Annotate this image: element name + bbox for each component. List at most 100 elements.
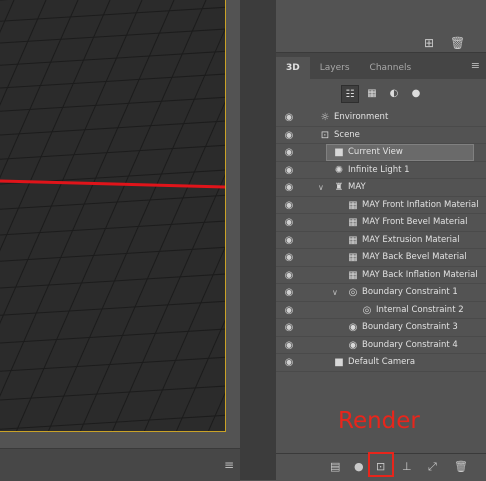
layer-label: MAY Back Bevel Material (362, 252, 467, 262)
grid-line (175, 319, 225, 431)
new-item-icon[interactable]: ⊞ (424, 36, 434, 50)
grid-line (47, 28, 225, 431)
ground-plane-line (0, 179, 225, 189)
grid-line (0, 220, 225, 236)
delete-mesh-icon[interactable]: ▤ (330, 460, 340, 473)
layer-label: Boundary Constraint 4 (362, 339, 458, 350)
visibility-eye-icon[interactable]: ◉ (282, 304, 296, 317)
constraint-icon: ◉ (348, 322, 358, 333)
material-icon: ▦ (348, 252, 358, 263)
layer-row[interactable]: ◉ ∨ ◎ Boundary Constraint 1 (276, 284, 486, 302)
grid-line (0, 73, 225, 89)
grid-line (0, 6, 225, 22)
grid-line (111, 173, 225, 431)
light-icon: ✺ (334, 164, 344, 176)
camera-icon: ■ (334, 357, 344, 368)
ground-plane-grid (0, 0, 225, 431)
visibility-eye-icon[interactable]: ◉ (282, 234, 296, 247)
visibility-eye-icon[interactable]: ◉ (282, 339, 296, 352)
add-light-icon[interactable]: ● (354, 460, 364, 473)
visibility-eye-icon[interactable]: ◉ (282, 164, 296, 177)
layer-label: MAY Extrusion Material (362, 234, 460, 245)
layer-row[interactable]: ◉ ■ Default Camera (276, 354, 486, 372)
layer-row[interactable]: ◉ ☼ Environment (276, 109, 486, 127)
constraint-icon: ◎ (348, 287, 358, 298)
lights-filter-icon[interactable]: ● (407, 85, 425, 103)
materials-filter-icon[interactable]: ◐ (385, 85, 403, 103)
camera-icon: ■ (334, 147, 344, 158)
visibility-eye-icon[interactable]: ◉ (282, 129, 296, 142)
grid-line (207, 392, 225, 431)
visibility-eye-icon[interactable]: ◉ (282, 269, 296, 282)
grid-line (0, 356, 225, 372)
layer-row[interactable]: ◉ ◉ Boundary Constraint 3 (276, 319, 486, 337)
visibility-eye-icon[interactable]: ◉ (282, 181, 296, 194)
layer-row[interactable]: ◉ ✺ Infinite Light 1 (276, 162, 486, 179)
layer-label: Current View (348, 147, 403, 157)
ground-icon[interactable]: ⊥ (402, 460, 412, 473)
scene-icon: ⊡ (320, 129, 330, 141)
layer-label: Internal Constraint 2 (376, 304, 464, 315)
tab-layers[interactable]: Layers (310, 57, 360, 79)
status-menu-icon[interactable]: ≡ (224, 458, 234, 472)
mesh-icon: ♜ (334, 182, 344, 193)
grid-line (0, 144, 225, 160)
visibility-eye-icon[interactable]: ◉ (282, 286, 296, 299)
grid-line (0, 120, 225, 136)
render-highlight-box (368, 452, 394, 477)
layer-label: MAY (348, 182, 366, 192)
scene-layer-list: ◉ ☼ Environment ◉ ⊡ Scene ◉ ■ Current View ◉ ✺ Infi… (276, 109, 486, 372)
upper-panel: ⊞ 🗑 (276, 0, 486, 53)
grid-line (0, 300, 225, 316)
meshes-filter-icon[interactable]: ▦ (363, 85, 381, 103)
layer-row[interactable]: ◉ ▦ MAY Front Inflation Material (276, 197, 486, 214)
expand-arrow-icon[interactable]: ∨ (318, 181, 324, 194)
filter-bar: ☷ ▦ ◐ ● (276, 79, 486, 109)
visibility-eye-icon[interactable]: ◉ (282, 111, 296, 124)
layer-row[interactable]: ◉ ◎ Internal Constraint 2 (276, 302, 486, 319)
layer-label: MAY Front Bevel Material (362, 217, 468, 227)
layer-row[interactable]: ◉ ∨ ♜ MAY (276, 179, 486, 197)
layer-label: MAY Back Inflation Material (362, 269, 478, 280)
panel-tabs: 3D Layers Channels ≡ (276, 53, 486, 79)
visibility-eye-icon[interactable]: ◉ (282, 216, 296, 229)
move-icon[interactable]: ⤢ (428, 460, 437, 474)
layer-row[interactable]: ◉ ▦ MAY Back Inflation Material (276, 267, 486, 284)
layer-row[interactable]: ◉ ◉ Boundary Constraint 4 (276, 337, 486, 354)
layer-row[interactable]: ◉ ⊡ Scene (276, 127, 486, 144)
status-bar: ≡ (0, 448, 240, 481)
whole-scene-filter-icon[interactable]: ☷ (341, 85, 359, 103)
visibility-eye-icon[interactable]: ◉ (282, 356, 296, 369)
panel-divider (240, 0, 276, 480)
grid-line (15, 0, 207, 431)
expand-arrow-icon[interactable]: ∨ (332, 286, 338, 299)
grid-line (0, 0, 111, 252)
panel-menu-icon[interactable]: ≡ (471, 59, 480, 72)
layer-row[interactable]: ◉ ▦ MAY Extrusion Material (276, 232, 486, 249)
layer-label: Environment (334, 112, 389, 122)
material-icon: ▦ (348, 234, 358, 246)
tab-channels[interactable]: Channels (360, 57, 422, 79)
layer-label: Boundary Constraint 1 (362, 287, 458, 297)
layer-row[interactable]: ◉ ▦ MAY Front Bevel Material (276, 214, 486, 232)
grid-line (0, 0, 175, 397)
visibility-eye-icon[interactable]: ◉ (282, 199, 296, 212)
layer-row[interactable]: ◉ ▦ MAY Back Bevel Material (276, 249, 486, 267)
tab-3d[interactable]: 3D (276, 57, 310, 79)
visibility-eye-icon[interactable]: ◉ (282, 321, 296, 334)
layer-label: Default Camera (348, 357, 416, 367)
render-annotation: Render (338, 408, 420, 434)
layer-label: Infinite Light 1 (348, 164, 410, 175)
layer-row[interactable]: ◉ ■ Current View (276, 144, 486, 162)
visibility-eye-icon[interactable]: ◉ (282, 146, 296, 159)
material-icon: ▦ (348, 269, 358, 281)
3d-viewport[interactable] (0, 0, 226, 432)
grid-line (0, 50, 225, 66)
trash-icon[interactable]: 🗑 (454, 460, 468, 473)
trash-icon[interactable]: 🗑 (450, 36, 465, 50)
grid-line (0, 194, 225, 210)
visibility-eye-icon[interactable]: ◉ (282, 251, 296, 264)
layer-label: MAY Front Inflation Material (362, 199, 479, 210)
layer-label: Scene (334, 129, 360, 140)
constraint-icon: ◉ (348, 339, 358, 351)
